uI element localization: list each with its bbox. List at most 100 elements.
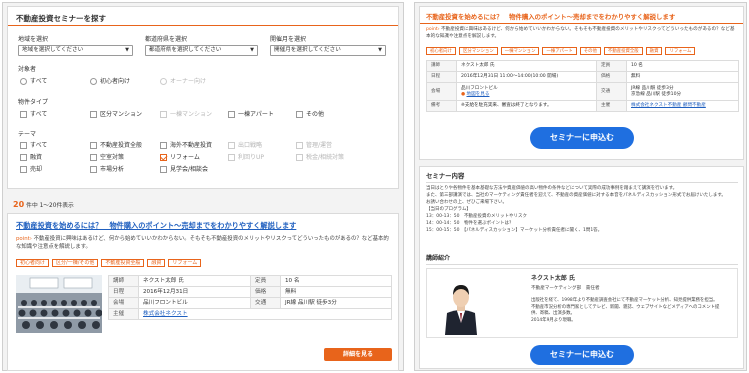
checkbox-icon [228,142,235,150]
seminar-info-table: 講師 ネクスト太郎 氏 定員 10 名 日程 2016年12月31日 価格 無料… [108,275,392,320]
checkbox-icon [296,142,303,150]
pref-label: 都道府県を選択 [145,36,188,43]
apply-button-top[interactable]: セミナーに申込む [530,127,634,149]
map-link-row[interactable]: ● 地図を見る [461,92,592,98]
access-value: JR線 品川駅 徒歩3分 京急線 品川駅 徒歩10分 [626,82,739,101]
region-select-value: 地域を選択してください [22,47,84,53]
speaker-bio: 出版社を経て、1998年より不動産調査会社にて不動産マーケット分析、知見提供業務… [531,298,735,324]
audience-beginner-label: 初心者向け [100,78,131,85]
chevron-down-icon: ▼ [125,47,129,54]
tag: 一棟マンション [500,47,540,55]
bio-line: 供、寄稿、出演多数。 [531,311,575,317]
content-line: 【当日のプログラム】 [426,206,471,212]
date-header: 日程 [426,71,457,83]
note-value: ※支給を駐充実来、審査は終了となります。 [456,100,597,112]
content-line: 14：00-14：50 物件を選ぶポイントは？ [426,220,514,226]
property-label: 物件タイプ [18,99,49,106]
date-header: 日程 [108,286,139,298]
tag: リフォーム [665,47,696,55]
host-value: 株式会社ネクスト [138,308,392,320]
property-unit-label: 区分マンション [100,111,143,118]
property-building: 一棟マンション [160,111,212,119]
theme-all[interactable]: すべて [20,142,47,150]
theme-label: テーマ [18,131,37,138]
tag: 区分マンション [458,47,498,55]
checkbox-icon [90,154,97,162]
capacity-value: 10 名 [280,275,392,287]
result-count-number: 20 [13,200,25,209]
tag: 初心者向け [16,259,50,267]
tag: 区分/一棟/その他 [52,259,99,267]
tag: 初心者向け [426,47,456,55]
access-line-2: 京急線 品川駅 徒歩10分 [631,91,682,97]
capacity-header: 定員 [596,60,627,72]
theme-all-label: すべて [30,142,48,149]
region-select[interactable]: 地域を選択してください ▼ [18,45,133,56]
property-unit[interactable]: 区分マンション [90,111,142,119]
theme-tour[interactable]: 見学会/相談会 [160,166,208,174]
audience-all-label: すべて [30,78,48,85]
property-other-label: その他 [306,111,325,118]
theme-general-label: 不動産投資全般 [100,142,143,149]
audience-all[interactable]: すべて [20,78,47,86]
theme-reform[interactable]: リフォーム [160,154,200,162]
checkbox-icon [20,166,27,174]
left-panel: 不動産投資セミナーを探す 地域を選択 地域を選択してください ▼ 都道府県を選択 … [2,2,404,371]
theme-vacancy[interactable]: 空室対策 [90,154,124,162]
property-other[interactable]: その他 [296,111,324,119]
right-panel: 不動産投資を始めるには？ 物件購入のポイント～売却までをわかりやすく解説します … [414,2,747,371]
speaker-header: 講師 [108,275,139,287]
map-link[interactable]: 地図を見る [466,92,489,97]
audience-beginner[interactable]: 初心者向け [90,78,130,86]
checkbox-icon [90,111,97,119]
content-title: セミナー内容 [426,172,465,180]
month-select[interactable]: 開催月を選択してください ▼ [270,45,386,56]
chevron-right-icon: › [29,236,32,242]
result-count-text: 件中 1～20件表示 [26,203,74,209]
detail-button[interactable]: 詳細を見る [324,348,392,361]
checkbox-icon [228,111,235,119]
speaker-role: 不動産マーケティング部 責任者 [531,286,600,291]
theme-loan-label: 融資 [30,154,43,161]
seminar-title-link[interactable]: 不動産投資を始めるには？ 物件購入のポイント～売却までをわかりやすく解説します [16,221,296,230]
seminar-detail-card: 不動産投資を始めるには？ 物件購入のポイント～売却までをわかりやすく解説します … [419,6,744,160]
tag: 一棟アパート [542,47,577,55]
speaker-header: 講師 [426,60,457,72]
theme-yield-label: 利回りUP [238,154,265,161]
month-select-value: 開催月を選択してください [274,47,341,53]
venue-value: 品川フロントビル [138,297,251,309]
property-all-label: すべて [30,111,48,118]
price-header: 価格 [250,286,281,298]
detail-tag-list: 初心者向け 区分マンション 一棟マンション 一棟アパート その他 不動産投資全般… [426,47,698,55]
speaker-box: ネクスト太郎 氏 不動産マーケティング部 責任者 出版社を経て、1998年より不… [426,268,738,338]
seminar-content-card: セミナー内容 当日はとりや各物件を基本基礎な方法や資産価値の高い物件の条件などに… [419,166,744,369]
seminar-card: 不動産投資を始めるには？ 物件購入のポイント～売却までをわかりやすく解説します … [7,213,399,371]
tag: その他 [579,47,601,55]
theme-loan[interactable]: 融資 [20,154,42,162]
note-header: 備考 [426,100,457,112]
host-link[interactable]: 株式会社ネクスト [143,311,188,317]
pref-select-value: 都道府県を選択してください [149,47,222,53]
theme-sale[interactable]: 売却 [20,166,42,174]
host-link[interactable]: 株式会社ネクスト不動産 顧問不動産 [631,103,706,108]
access-header: 交通 [596,82,627,101]
property-all[interactable]: すべて [20,111,47,119]
theme-general[interactable]: 不動産投資全般 [90,142,142,150]
bio-line: 2014年9月より現職。 [531,317,576,323]
theme-market[interactable]: 市場分析 [90,166,124,174]
detail-point-body: 不動産投資に興味はあるけど、何から始めていいかわからない。そもそも不動産投資のメ… [426,27,735,39]
tag-list: 初心者向け 区分/一棟/その他 不動産投資全般 融資 リフォーム [16,259,204,267]
tag: 融資 [147,259,166,267]
property-apartment[interactable]: 一棟アパート [228,111,274,119]
price-value: 無料 [626,71,739,83]
audience-owner-label: オーナー向け [170,78,207,85]
theme-tax-label: 税金/相続対策 [306,154,345,161]
pref-select[interactable]: 都道府県を選択してください ▼ [145,45,258,56]
speaker-value: ネクスト太郎 氏 [138,275,251,287]
apply-button-bottom[interactable]: セミナーに申込む [530,345,634,365]
point-text: point› 不動産投資に興味はあるけど、何から始めていいかわからない。そもそも… [16,236,392,252]
theme-overseas[interactable]: 海外不動産投資 [160,142,212,150]
checkbox-icon [90,142,97,150]
property-apartment-label: 一棟アパート [238,111,274,118]
theme-tax: 税金/相続対策 [296,154,344,162]
